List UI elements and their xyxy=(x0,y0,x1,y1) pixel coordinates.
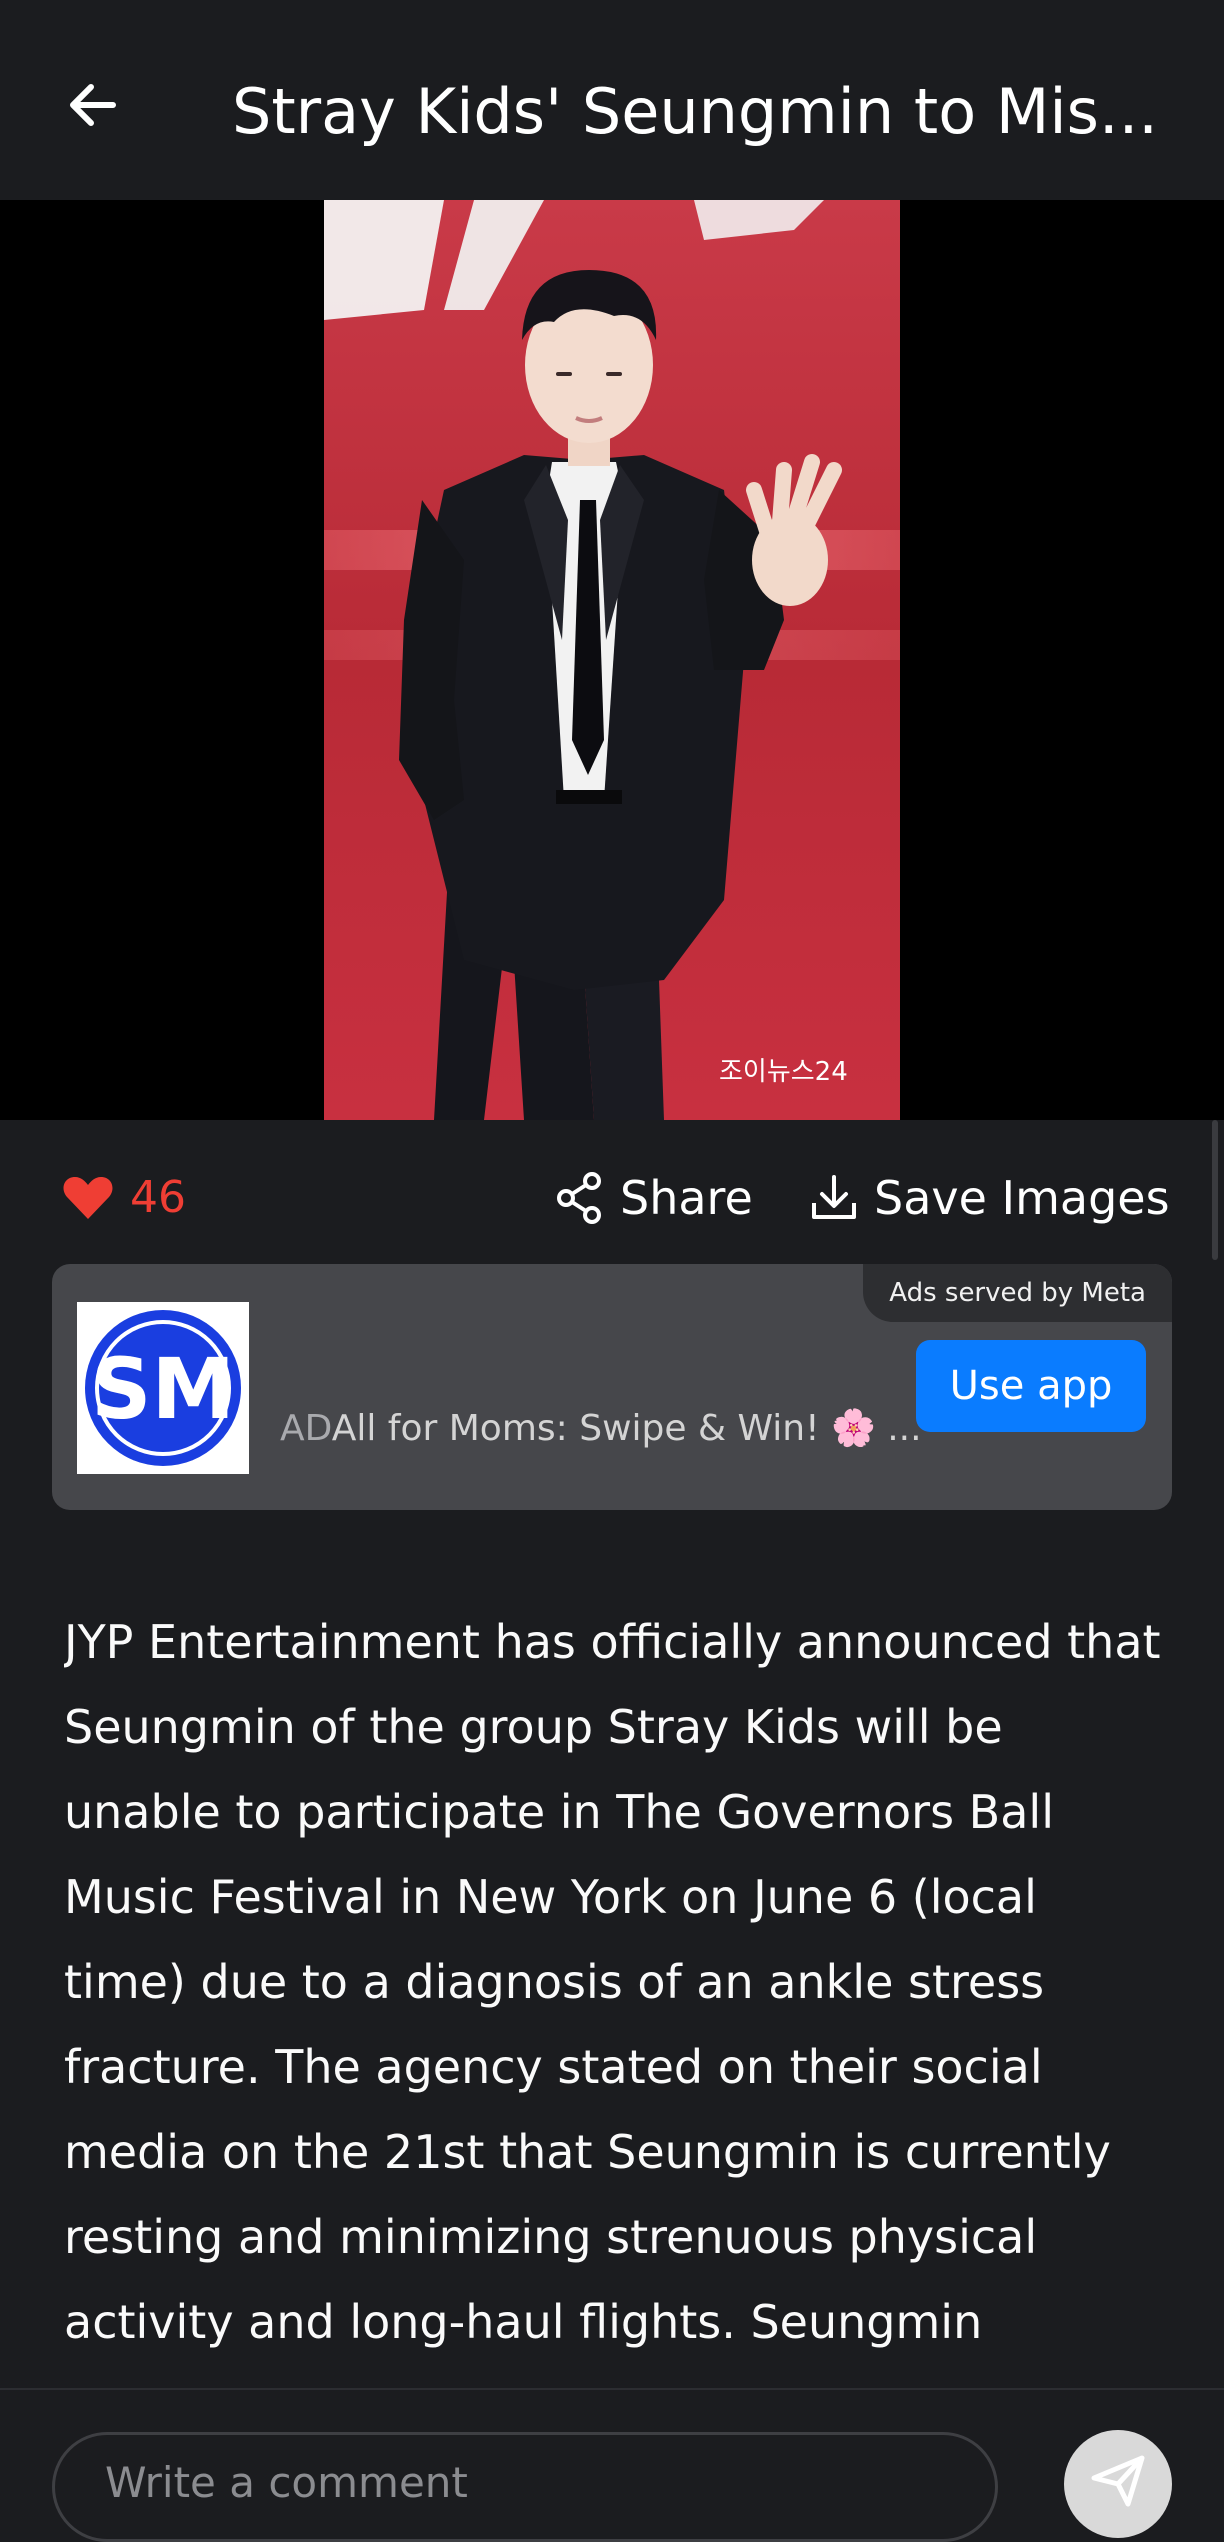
like-button[interactable]: 46 xyxy=(62,1170,186,1226)
ad-logo-text: SM xyxy=(91,1340,235,1438)
ad-marker: AD xyxy=(280,1408,332,1449)
scrollbar[interactable] xyxy=(1212,1120,1218,1260)
comment-input[interactable]: Write a comment xyxy=(52,2432,998,2542)
like-count: 46 xyxy=(130,1172,186,1223)
article-body: JYP Entertainment has officially announc… xyxy=(64,1615,1161,2349)
share-label: Share xyxy=(620,1171,753,1225)
ad-headline: All for Moms: Swipe & Win! 🌸 ... xyxy=(331,1408,922,1449)
save-images-button[interactable]: Save Images xyxy=(810,1167,1170,1229)
send-button[interactable] xyxy=(1064,2430,1172,2538)
share-button[interactable]: Share xyxy=(556,1167,753,1229)
share-icon xyxy=(557,1172,601,1224)
photo-watermark: 조이뉴스24 xyxy=(719,1057,848,1087)
heart-icon xyxy=(63,1177,113,1219)
ad-logo: SM xyxy=(77,1302,249,1474)
back-button[interactable] xyxy=(48,60,138,150)
ad-banner[interactable]: SM Ads served by Meta ADAll for Moms: Sw… xyxy=(52,1264,1172,1510)
download-icon xyxy=(812,1175,856,1219)
ad-text: ADAll for Moms: Swipe & Win! 🌸 ... xyxy=(280,1406,940,1452)
use-app-button[interactable]: Use app xyxy=(916,1340,1146,1432)
arrow-left-icon xyxy=(70,84,116,126)
comment-bar: Write a comment xyxy=(0,2388,1224,2542)
page-title: Stray Kids' Seungmin to Mis... xyxy=(232,75,1159,148)
ads-served-by-tag: Ads served by Meta xyxy=(863,1264,1172,1322)
send-icon xyxy=(1091,2455,1145,2507)
app-header: Stray Kids' Seungmin to Mis... xyxy=(0,0,1224,200)
hero-image-area: 조이뉴스24 xyxy=(0,200,1224,1120)
article-photo[interactable]: 조이뉴스24 xyxy=(324,200,900,1120)
save-images-label: Save Images xyxy=(874,1171,1170,1225)
